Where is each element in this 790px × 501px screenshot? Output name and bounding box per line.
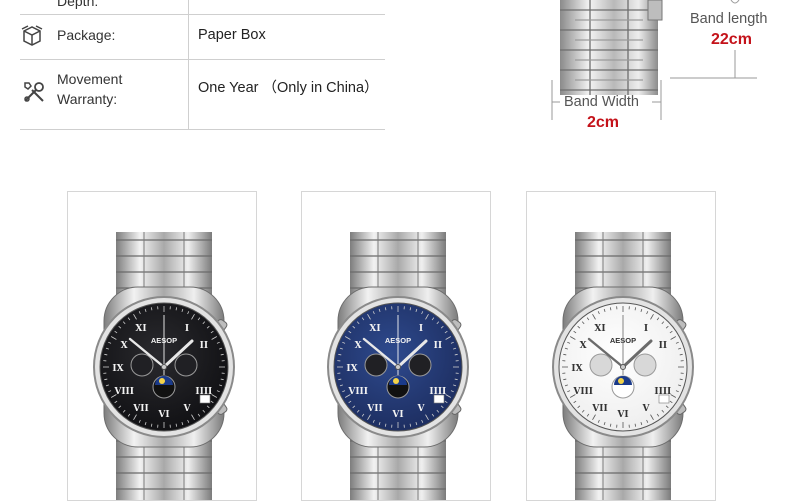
svg-text:VIII: VIII — [347, 387, 368, 397]
watch-card-blue[interactable]: IIIIIIIVVIVIIVIIIIXXXIAESOP — [301, 191, 491, 501]
svg-text:VIII: VIII — [113, 387, 134, 397]
svg-text:VII: VII — [366, 404, 382, 414]
band-length-label: Band length — [690, 11, 767, 27]
svg-text:VIII: VIII — [572, 387, 593, 397]
svg-text:II: II — [659, 341, 667, 351]
svg-text:V: V — [642, 404, 651, 414]
svg-text:X: X — [580, 341, 587, 351]
svg-text:I: I — [644, 324, 648, 334]
svg-text:VI: VI — [157, 410, 169, 420]
svg-text:V: V — [183, 404, 192, 414]
svg-text:IX: IX — [571, 364, 582, 374]
svg-text:IX: IX — [112, 364, 123, 374]
band-length-value: 22cm — [711, 31, 752, 49]
svg-text:VII: VII — [591, 404, 607, 414]
svg-text:II: II — [434, 341, 442, 351]
bracelet-image — [0, 0, 790, 140]
svg-text:XI: XI — [369, 324, 380, 334]
svg-text:X: X — [121, 341, 128, 351]
svg-text:XI: XI — [135, 324, 146, 334]
svg-text:VI: VI — [391, 410, 403, 420]
svg-text:VII: VII — [132, 404, 148, 414]
band-width-label: Band Width — [564, 94, 639, 110]
svg-text:XI: XI — [594, 324, 605, 334]
svg-text:VI: VI — [616, 410, 628, 420]
svg-text:I: I — [419, 324, 423, 334]
svg-text:V: V — [417, 404, 426, 414]
watch-image-blue: IIIIIIIVVIVIIVIIIIXXXIAESOP — [302, 192, 491, 501]
watch-card-white[interactable]: IIIIIIIVVIVIIVIIIIXXXIAESOP — [526, 191, 716, 501]
svg-text:IX: IX — [346, 364, 357, 374]
watch-image-black: IIIIIIIVVIVIIVIIIIXXXIAESOP — [68, 192, 257, 501]
band-width-value: 2cm — [587, 114, 619, 132]
svg-text:X: X — [355, 341, 362, 351]
svg-text:II: II — [200, 341, 208, 351]
watch-card-black[interactable]: IIIIIIIVVIVIIVIIIIXXXIAESOP — [67, 191, 257, 501]
svg-text:I: I — [185, 324, 189, 334]
watch-image-white: IIIIIIIVVIVIIVIIIIXXXIAESOP — [527, 192, 716, 501]
